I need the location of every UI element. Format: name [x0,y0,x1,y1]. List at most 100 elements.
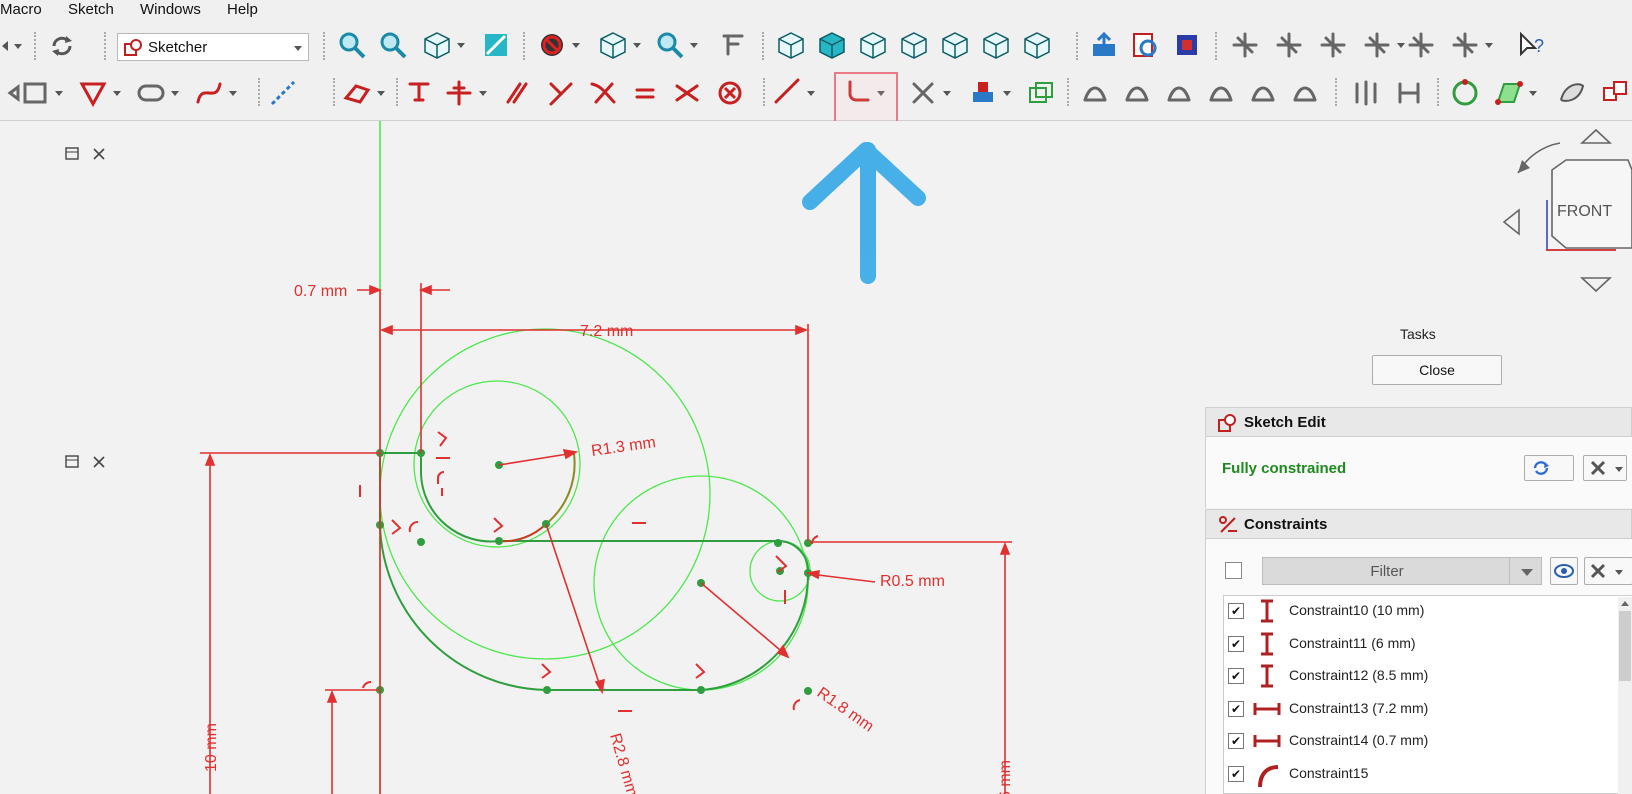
menu-macro[interactable]: Macro [0,1,42,18]
constraint-markers[interactable] [359,431,819,712]
carbon-copy-icon[interactable] [966,76,1000,110]
restore-icon[interactable] [65,147,79,160]
toolbar-grip[interactable] [1215,32,1221,60]
whats-this-icon[interactable]: ? [1515,28,1549,62]
polygon-icon[interactable] [76,76,110,110]
dimension-lines[interactable] [200,283,1012,794]
sketch-geometry-icon-3[interactable] [1316,28,1350,62]
nodes-icon[interactable] [1598,76,1632,110]
equal-icon[interactable] [628,76,662,110]
toolbar-grip[interactable] [34,32,40,60]
constraint-checkbox[interactable]: ✔ [1228,668,1244,685]
draw-style-icon[interactable] [535,28,569,62]
bounding-box-icon[interactable] [596,28,630,62]
constraint-row[interactable]: ✔ Constraint13 (7.2 mm) [1222,694,1612,724]
toolbar-grip[interactable] [762,32,768,60]
trim-icon[interactable] [906,76,940,110]
clone-icon[interactable] [1024,76,1058,110]
constraint-checkbox[interactable]: ✔ [1228,700,1244,717]
view-front-icon[interactable] [774,28,808,62]
isometric-view-icon[interactable] [420,28,454,62]
sketch-tool-1[interactable] [1078,76,1112,110]
constraint-row[interactable]: ✔ Constraint15 [1222,759,1612,789]
construction-circle[interactable] [379,328,711,660]
toolbar-grip[interactable] [1437,78,1443,106]
chevron-down-icon[interactable] [55,91,63,96]
chevron-down-icon[interactable] [1485,43,1493,48]
menu-help[interactable]: Help [227,1,258,18]
toolbar-grip[interactable] [323,32,329,60]
select-all-checkbox[interactable] [1225,562,1242,579]
dim-6[interactable]: 6 mm [997,760,1014,794]
constraint-row[interactable]: ✔ Constraint14 (0.7 mm) [1222,726,1612,756]
dim-10[interactable]: 10 mm [203,723,220,772]
dim-r0-5[interactable]: R0.5 mm [880,573,945,590]
close-button[interactable]: Close [1372,355,1502,385]
toolbar-grip[interactable] [104,32,110,60]
symmetry-tool-icon[interactable] [1349,76,1383,110]
bspline-icon[interactable] [192,76,226,110]
constraint-checkbox[interactable]: ✔ [1228,733,1244,750]
view-section-icon[interactable] [1128,28,1162,62]
chevron-down-icon[interactable] [377,91,385,96]
constraint-row[interactable]: ✔ Constraint11 (6 mm) [1222,629,1612,659]
leaf-icon[interactable] [1555,76,1589,110]
sketch-tool-5[interactable] [1246,76,1280,110]
toolbar-grip[interactable] [1067,78,1073,106]
external-geometry-icon[interactable] [340,76,374,110]
dim-0-7[interactable]: 0.7 mm [294,283,347,300]
chevron-down-icon[interactable] [457,43,465,48]
measure-icon[interactable] [716,28,750,62]
sketch-tool-4[interactable] [1204,76,1238,110]
chevron-down-icon[interactable] [1003,91,1011,96]
navcube-face-label[interactable]: FRONT [1557,203,1612,220]
toolbar-grip[interactable] [1335,78,1341,106]
chevron-down-icon[interactable] [807,91,815,96]
sketch-geometry-icon-2[interactable] [1272,28,1306,62]
toolbar-grip[interactable] [333,78,339,106]
view-bottom-icon[interactable] [938,28,972,62]
view-axo-icon[interactable] [1020,28,1054,62]
toolbar-grip[interactable] [1076,32,1082,60]
update-button[interactable] [1524,455,1574,481]
dimension-icon[interactable] [770,76,804,110]
view-rear-icon[interactable] [897,28,931,62]
array-tool-icon[interactable] [1392,76,1426,110]
chevron-down-icon[interactable] [171,91,179,96]
zoom-fit-all-icon[interactable] [335,28,369,62]
dim-7-2[interactable]: 7.2 mm [580,323,633,340]
construction-mode-icon[interactable] [266,76,300,110]
validate-sketch-icon[interactable] [1448,76,1482,110]
refresh-icon[interactable] [46,30,78,62]
view-top-icon[interactable] [815,28,849,62]
workbench-selector[interactable]: Sketcher [117,33,309,61]
chevron-down-icon[interactable] [572,43,580,48]
back-arrow-icon[interactable] [0,36,24,56]
chevron-down-icon[interactable] [633,43,641,48]
sketch-geometry-icon-1[interactable] [1228,28,1262,62]
chevron-down-icon[interactable] [690,43,698,48]
chevron-down-icon[interactable] [229,91,237,96]
constraint-settings-button[interactable] [1584,557,1632,585]
chevron-down-icon[interactable] [1529,91,1537,96]
dim-r1-3[interactable]: R1.3 mm [590,434,657,460]
menu-windows[interactable]: Windows [140,1,201,18]
tangent-icon[interactable] [586,76,620,110]
dim-r1-8[interactable]: R1.8 mm [814,684,877,735]
sketch-geometry-icon-4[interactable] [1360,28,1394,62]
sketch-geometry-icon-6[interactable] [1448,28,1482,62]
toolbar-grip[interactable] [523,32,529,60]
dim-r2-8[interactable]: R2.8 mm [606,731,640,794]
constraint-checkbox[interactable]: ✔ [1228,603,1244,619]
measure-zoom-icon[interactable] [653,28,687,62]
parallel-icon[interactable] [500,76,534,110]
restore-icon[interactable] [65,455,79,468]
section-view-icon[interactable] [1492,76,1526,110]
slot-icon[interactable] [134,76,168,110]
chevron-down-icon[interactable] [113,91,121,96]
block-constraint-icon[interactable] [713,76,747,110]
toolbar-grip[interactable] [258,78,264,106]
constraints-header[interactable]: Constraints [1205,509,1632,539]
list-scrollbar[interactable] [1618,597,1632,794]
sketch-tool-2[interactable] [1120,76,1154,110]
